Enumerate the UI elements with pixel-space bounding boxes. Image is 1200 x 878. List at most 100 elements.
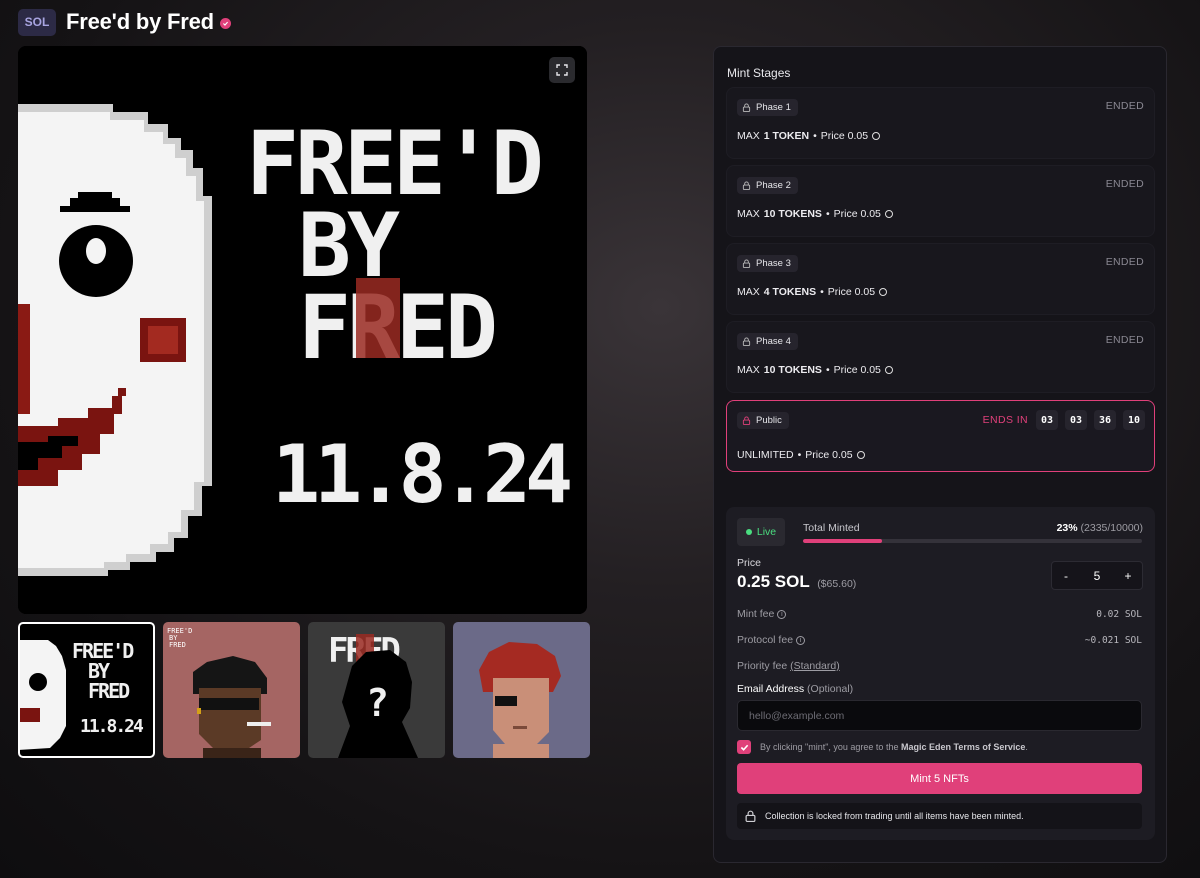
max-prefix: MAX xyxy=(737,364,760,376)
thumbnail-smoker-image: FREE'D BY FRED xyxy=(163,622,300,758)
terms-prefix: By clicking "mint", you agree to the xyxy=(760,742,899,752)
max-value: 10 TOKENS xyxy=(763,208,822,220)
priority-fee-label: Priority fee xyxy=(737,660,788,672)
svg-text:?: ? xyxy=(366,681,389,725)
live-dot-icon xyxy=(745,529,752,535)
terms-checkbox[interactable] xyxy=(737,740,751,754)
quantity-value[interactable]: 5 xyxy=(1094,569,1101,583)
decrement-button[interactable]: - xyxy=(1059,569,1073,583)
sol-icon xyxy=(879,288,888,296)
phase-label: Phase 2 xyxy=(756,180,791,191)
stage-price: Price 0.05 xyxy=(805,449,853,461)
sol-icon xyxy=(884,210,893,218)
terms-suffix: . xyxy=(1025,742,1028,752)
max-prefix: MAX xyxy=(737,208,760,220)
phase-label: Public xyxy=(756,415,782,426)
art-date: 11.8.24 xyxy=(272,428,570,521)
stage-info: UNLIMITED • Price 0.05 xyxy=(737,449,865,461)
separator-dot: • xyxy=(825,208,830,220)
stage-status: ENDED xyxy=(1105,256,1144,268)
countdown-seconds: 10 xyxy=(1123,410,1145,430)
info-icon[interactable]: i xyxy=(777,609,787,619)
phase-pill: Phase 3 xyxy=(737,255,798,272)
thumbnail-mystery[interactable]: FRED ? xyxy=(308,622,445,758)
live-badge: Live xyxy=(737,518,785,546)
stage-phase-3[interactable]: Phase 3 ENDED MAX 4 TOKENS • Price 0.05 xyxy=(726,243,1155,315)
sol-icon xyxy=(856,451,865,459)
total-minted-label: Total Minted xyxy=(803,522,860,534)
countdown-minutes: 36 xyxy=(1094,410,1116,430)
price-value: 0.25 SOL xyxy=(737,572,810,591)
increment-button[interactable]: + xyxy=(1121,569,1135,583)
svg-text:FRED: FRED xyxy=(88,679,130,703)
thumbnail-redhead-image xyxy=(453,622,590,758)
sol-icon xyxy=(872,132,881,140)
price-label: Price xyxy=(737,557,761,569)
max-value: 4 TOKENS xyxy=(763,286,817,298)
max-prefix: MAX xyxy=(737,286,760,298)
terms-row: By clicking "mint", you agree to the Mag… xyxy=(737,740,1028,754)
stage-phase-4[interactable]: Phase 4 ENDED MAX 10 TOKENS • Price 0.05 xyxy=(726,321,1155,393)
lock-icon xyxy=(742,259,751,268)
stage-price: Price 0.05 xyxy=(827,286,876,298)
stage-info: MAX 4 TOKENS • Price 0.05 xyxy=(737,286,888,298)
stage-price: Price 0.05 xyxy=(833,364,881,376)
stage-status: ENDED xyxy=(1105,334,1144,346)
max-prefix: MAX xyxy=(737,130,760,142)
thumbnail-cover-image: FREE'D BY FRED 11.8.24 xyxy=(18,622,155,758)
thumbnail-smoker[interactable]: FREE'D BY FRED xyxy=(163,622,300,758)
fullscreen-button[interactable] xyxy=(549,57,575,83)
stage-info: MAX 10 TOKENS • Price 0.05 xyxy=(737,364,893,376)
expand-icon xyxy=(556,64,568,76)
quantity-stepper[interactable]: - 5 + xyxy=(1051,561,1143,590)
stage-price: Price 0.05 xyxy=(820,130,869,142)
price-display: 0.25 SOL ($65.60) xyxy=(737,572,856,592)
stage-phase-2[interactable]: Phase 2 ENDED MAX 10 TOKENS • Price 0.05 xyxy=(726,165,1155,237)
email-optional: (Optional) xyxy=(807,683,854,695)
max-value: 1 TOKEN xyxy=(763,130,810,142)
countdown: ENDS IN 03 03 36 10 xyxy=(983,410,1145,430)
separator-dot: • xyxy=(813,130,817,142)
info-icon[interactable]: i xyxy=(796,635,806,645)
max-value: 10 TOKENS xyxy=(763,364,822,376)
stage-info: MAX 10 TOKENS • Price 0.05 xyxy=(737,208,893,220)
minted-progress-bar xyxy=(803,539,1142,543)
email-field[interactable] xyxy=(737,700,1142,731)
locked-notice: Collection is locked from trading until … xyxy=(737,803,1142,829)
mint-fee-row: Mint fee i 0.02 SOL xyxy=(737,608,1142,620)
minted-progress-text: 23% (2335/10000) xyxy=(1057,522,1143,534)
separator-dot: • xyxy=(797,449,802,461)
lock-icon xyxy=(742,103,751,112)
phase-pill: Public xyxy=(737,412,789,429)
thumbnail-redhead[interactable] xyxy=(453,622,590,758)
stage-phase-1[interactable]: Phase 1 ENDED MAX 1 TOKEN • Price 0.05 xyxy=(726,87,1155,159)
thumbnail-mystery-image: FRED ? xyxy=(308,622,445,758)
protocol-fee-row: Protocol fee i ~0.021 SOL xyxy=(737,634,1142,646)
phase-label: Phase 3 xyxy=(756,258,791,269)
stage-price: Price 0.05 xyxy=(833,208,881,220)
hero-artwork: FREE'D BY FRED 11.8.24 xyxy=(18,46,587,614)
thumbnail-cover[interactable]: FREE'D BY FRED 11.8.24 xyxy=(18,622,155,758)
stage-status: ENDED xyxy=(1105,100,1144,112)
stage-public[interactable]: Public ENDS IN 03 03 36 10 UNLIMITED • P… xyxy=(726,400,1155,472)
phase-label: Phase 4 xyxy=(756,336,791,347)
priority-fee-standard-link[interactable]: (Standard) xyxy=(790,660,840,672)
countdown-days: 03 xyxy=(1036,410,1058,430)
svg-text:11.8.24: 11.8.24 xyxy=(80,716,144,737)
email-label-text: Email Address xyxy=(737,683,805,695)
live-label: Live xyxy=(756,526,777,538)
phase-label: Phase 1 xyxy=(756,102,791,113)
minted-progress-fill xyxy=(803,539,883,543)
ends-in-label: ENDS IN xyxy=(982,414,1028,426)
protocol-fee-label: Protocol fee xyxy=(737,634,794,646)
collection-title: Free'd by Fred xyxy=(66,9,214,34)
verified-icon xyxy=(219,17,231,29)
stage-info: MAX 1 TOKEN • Price 0.05 xyxy=(737,130,881,142)
email-label: Email Address (Optional) xyxy=(737,683,853,695)
mint-fee-value: 0.02 SOL xyxy=(1096,608,1142,620)
mint-panel: Mint Stages Phase 1 ENDED MAX 1 TOKEN • … xyxy=(713,46,1167,863)
terms-link[interactable]: Magic Eden Terms of Service xyxy=(901,742,1025,752)
mint-button[interactable]: Mint 5 NFTs xyxy=(737,763,1142,794)
chain-badge: SOL xyxy=(18,8,56,36)
mint-fee-label: Mint fee xyxy=(737,608,775,620)
